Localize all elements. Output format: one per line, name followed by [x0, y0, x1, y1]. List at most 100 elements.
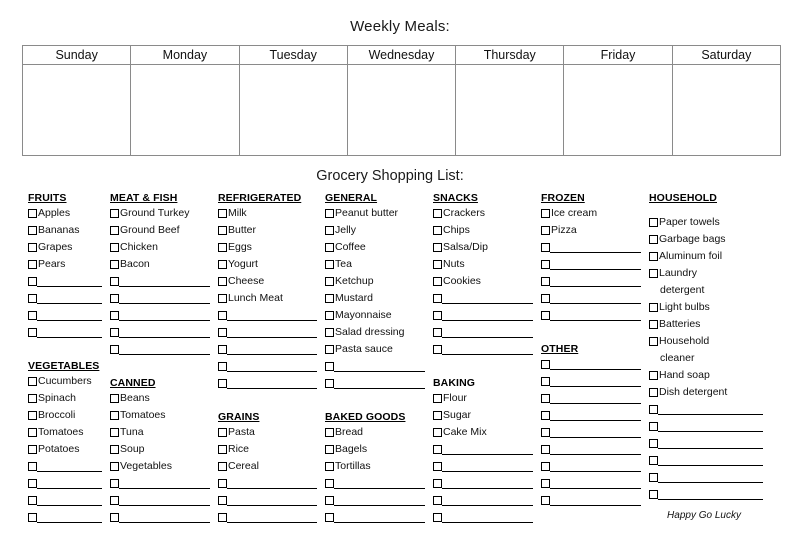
checkbox-icon[interactable] — [218, 496, 227, 505]
grocery-blank-row[interactable] — [110, 275, 218, 292]
checkbox-icon[interactable] — [541, 428, 550, 437]
grocery-item-row[interactable]: Spinach — [28, 392, 110, 409]
checkbox-icon[interactable] — [649, 252, 658, 261]
grocery-blank-row[interactable] — [541, 409, 649, 426]
checkbox-icon[interactable] — [541, 411, 550, 420]
meals-day-cell[interactable] — [238, 64, 348, 156]
grocery-item-row[interactable]: Tortillas — [325, 460, 433, 477]
write-in-line[interactable] — [37, 275, 102, 287]
write-in-line[interactable] — [658, 403, 763, 415]
grocery-blank-row[interactable] — [649, 454, 771, 471]
grocery-item-row[interactable]: Chicken — [110, 241, 218, 258]
grocery-item-row[interactable]: Bread — [325, 426, 433, 443]
write-in-line[interactable] — [227, 343, 317, 355]
checkbox-icon[interactable] — [433, 411, 442, 420]
grocery-item-row[interactable]: Potatoes — [28, 443, 110, 460]
grocery-item-row[interactable]: Peanut butter — [325, 207, 433, 224]
checkbox-icon[interactable] — [218, 209, 227, 218]
grocery-blank-row[interactable] — [28, 511, 110, 528]
grocery-blank-row[interactable] — [433, 460, 541, 477]
grocery-blank-row[interactable] — [541, 392, 649, 409]
write-in-line[interactable] — [550, 494, 641, 506]
checkbox-icon[interactable] — [218, 260, 227, 269]
checkbox-icon[interactable] — [325, 243, 334, 252]
write-in-line[interactable] — [119, 275, 210, 287]
write-in-line[interactable] — [442, 443, 533, 455]
grocery-blank-row[interactable] — [28, 477, 110, 494]
checkbox-icon[interactable] — [28, 243, 37, 252]
grocery-item-row[interactable]: Butter — [218, 224, 325, 241]
checkbox-icon[interactable] — [649, 371, 658, 380]
grocery-item-row[interactable]: Household — [649, 335, 771, 352]
grocery-blank-row[interactable] — [110, 309, 218, 326]
checkbox-icon[interactable] — [433, 311, 442, 320]
grocery-blank-row[interactable] — [433, 309, 541, 326]
grocery-item-row[interactable]: Nuts — [433, 258, 541, 275]
checkbox-icon[interactable] — [433, 294, 442, 303]
grocery-item-row[interactable]: Cheese — [218, 275, 325, 292]
checkbox-icon[interactable] — [541, 226, 550, 235]
grocery-item-row[interactable]: Cereal — [218, 460, 325, 477]
write-in-line[interactable] — [227, 377, 317, 389]
write-in-line[interactable] — [550, 241, 641, 253]
grocery-item-row[interactable]: Tomatoes — [28, 426, 110, 443]
grocery-item-row[interactable]: Aluminum foil — [649, 250, 771, 267]
checkbox-icon[interactable] — [541, 496, 550, 505]
checkbox-icon[interactable] — [433, 260, 442, 269]
checkbox-icon[interactable] — [110, 294, 119, 303]
meals-day-cell[interactable] — [346, 64, 457, 156]
checkbox-icon[interactable] — [28, 226, 37, 235]
checkbox-icon[interactable] — [325, 513, 334, 522]
grocery-item-row[interactable]: Beans — [110, 392, 218, 409]
checkbox-icon[interactable] — [110, 328, 119, 337]
checkbox-icon[interactable] — [110, 462, 119, 471]
grocery-blank-row[interactable] — [110, 494, 218, 511]
grocery-item-row[interactable]: Jelly — [325, 224, 433, 241]
grocery-blank-row[interactable] — [541, 375, 649, 392]
grocery-item-row[interactable]: Mayonnaise — [325, 309, 433, 326]
checkbox-icon[interactable] — [649, 303, 658, 312]
write-in-line[interactable] — [442, 292, 533, 304]
grocery-item-row[interactable]: Broccoli — [28, 409, 110, 426]
write-in-line[interactable] — [119, 309, 210, 321]
grocery-blank-row[interactable] — [218, 477, 325, 494]
grocery-blank-row[interactable] — [325, 511, 433, 528]
write-in-line[interactable] — [227, 326, 317, 338]
grocery-item-row[interactable]: Paper towels — [649, 216, 771, 233]
grocery-item-row[interactable]: Apples — [28, 207, 110, 224]
checkbox-icon[interactable] — [28, 428, 37, 437]
write-in-line[interactable] — [334, 511, 425, 523]
grocery-item-row[interactable]: Crackers — [433, 207, 541, 224]
checkbox-icon[interactable] — [433, 277, 442, 286]
grocery-item-row[interactable]: Bananas — [28, 224, 110, 241]
checkbox-icon[interactable] — [218, 428, 227, 437]
checkbox-icon[interactable] — [28, 394, 37, 403]
checkbox-icon[interactable] — [325, 479, 334, 488]
grocery-item-row[interactable]: Dish detergent — [649, 386, 771, 403]
checkbox-icon[interactable] — [325, 462, 334, 471]
checkbox-icon[interactable] — [28, 328, 37, 337]
grocery-item-row[interactable]: Flour — [433, 392, 541, 409]
grocery-blank-row[interactable] — [541, 443, 649, 460]
grocery-blank-row[interactable] — [541, 494, 649, 511]
checkbox-icon[interactable] — [110, 428, 119, 437]
grocery-blank-row[interactable] — [649, 488, 771, 505]
meals-day-cell[interactable] — [563, 64, 673, 156]
write-in-line[interactable] — [227, 360, 317, 372]
grocery-item-row[interactable]: Tuna — [110, 426, 218, 443]
write-in-line[interactable] — [119, 326, 210, 338]
grocery-item-row[interactable]: Milk — [218, 207, 325, 224]
checkbox-icon[interactable] — [110, 243, 119, 252]
write-in-line[interactable] — [550, 443, 641, 455]
checkbox-icon[interactable] — [110, 496, 119, 505]
write-in-line[interactable] — [442, 511, 533, 523]
checkbox-icon[interactable] — [28, 479, 37, 488]
checkbox-icon[interactable] — [325, 209, 334, 218]
checkbox-icon[interactable] — [110, 394, 119, 403]
checkbox-icon[interactable] — [541, 462, 550, 471]
checkbox-icon[interactable] — [433, 394, 442, 403]
grocery-blank-row[interactable] — [541, 358, 649, 375]
checkbox-icon[interactable] — [649, 218, 658, 227]
grocery-blank-row[interactable] — [325, 377, 433, 394]
grocery-item-row[interactable]: Eggs — [218, 241, 325, 258]
